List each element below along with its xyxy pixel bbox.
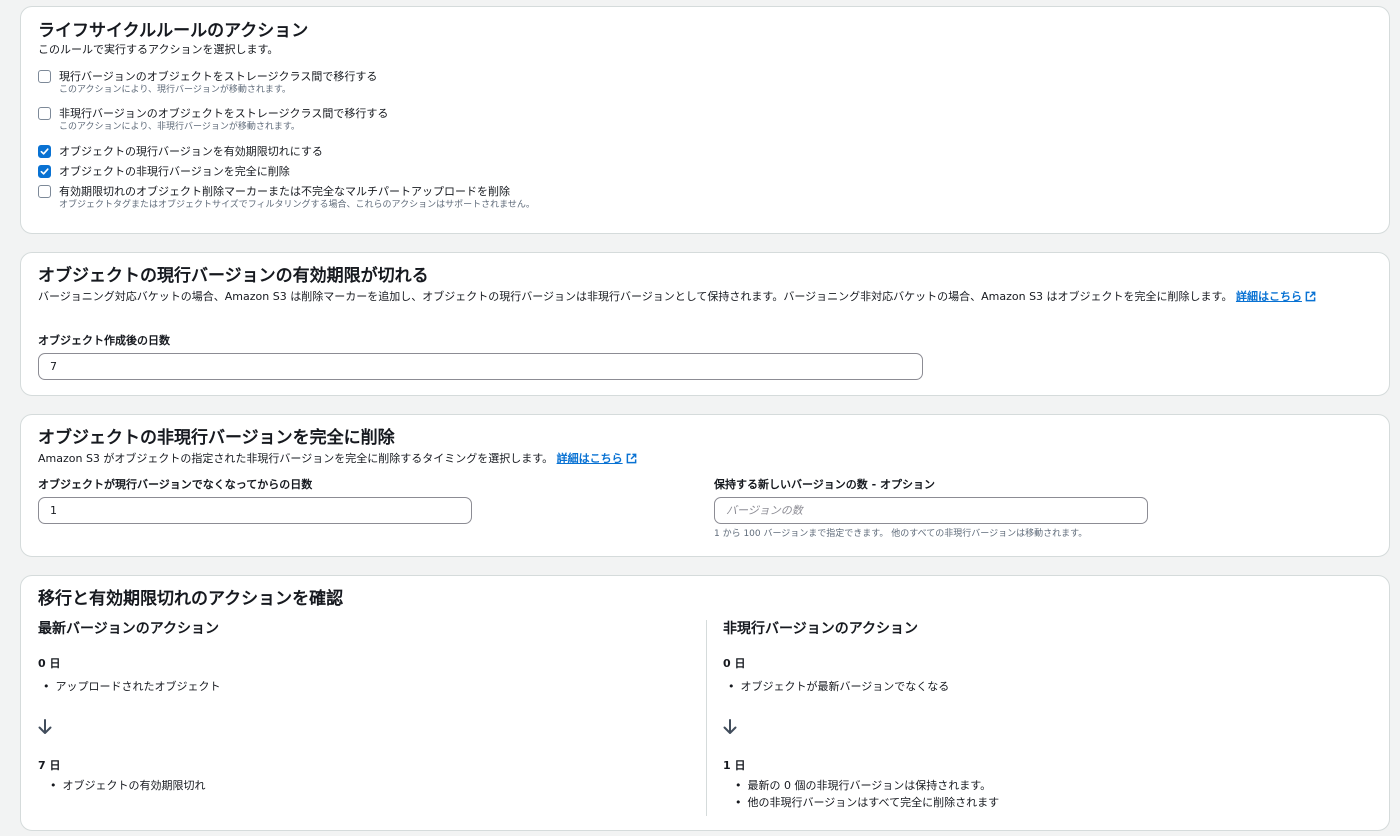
option-hint: このアクションにより、非現行バージョンが移動されます。: [59, 122, 300, 132]
list-item: オブジェクトの有効期限切れ: [50, 778, 206, 793]
current-step1-day: 0 日: [38, 657, 61, 670]
retain-versions-hint: 1 から 100 バージョンまで指定できます。 他のすべての非現行バージョンは移…: [714, 529, 1088, 539]
external-link-icon: [626, 453, 636, 464]
panel-title: ライフサイクルルールのアクション: [38, 21, 309, 41]
option-label: オブジェクトの現行バージョンを有効期限切れにする: [59, 145, 323, 158]
delete-noncurrent-panel: オブジェクトの非現行バージョンを完全に削除 Amazon S3 がオブジェクトの…: [20, 414, 1390, 557]
option-transition-noncurrent[interactable]: 非現行バージョンのオブジェクトをストレージクラス間で移行する このアクションによ…: [38, 106, 388, 134]
current-version-actions-title: 最新バージョンのアクション: [38, 621, 220, 637]
checkbox[interactable]: [38, 107, 51, 120]
current-step2-day: 7 日: [38, 759, 61, 772]
check-icon: [40, 168, 49, 175]
checkbox[interactable]: [38, 185, 51, 198]
panel-description: バージョニング対応バケットの場合、Amazon S3 は削除マーカーを追加し、オ…: [38, 289, 1368, 305]
noncurrent-version-actions-title: 非現行バージョンのアクション: [723, 621, 919, 637]
noncurrent-step1-day: 0 日: [723, 657, 746, 670]
noncurrent-days-input[interactable]: 1: [38, 497, 472, 524]
arrow-down-icon: [723, 719, 737, 734]
panel-title: オブジェクトの現行バージョンの有効期限が切れる: [38, 266, 429, 286]
option-delete-noncurrent[interactable]: オブジェクトの非現行バージョンを完全に削除: [38, 164, 290, 179]
option-hint: オブジェクトタグまたはオブジェクトサイズでフィルタリングする場合、これらのアクシ…: [59, 200, 535, 210]
list-item: 他の非現行バージョンはすべて完全に削除されます: [735, 795, 1000, 810]
learn-more-link[interactable]: 詳細はこちら: [557, 452, 637, 465]
retain-versions-input[interactable]: バージョンの数: [714, 497, 1148, 524]
option-label: 非現行バージョンのオブジェクトをストレージクラス間で移行する: [59, 107, 389, 120]
option-expire-current[interactable]: オブジェクトの現行バージョンを有効期限切れにする: [38, 144, 323, 159]
lifecycle-actions-panel: ライフサイクルルールのアクション このルールで実行するアクションを選択します。 …: [20, 6, 1390, 234]
panel-description: このルールで実行するアクションを選択します。: [38, 43, 279, 56]
option-delete-markers[interactable]: 有効期限切れのオブジェクト削除マーカーまたは不完全なマルチパートアップロードを削…: [38, 184, 535, 212]
description-text: Amazon S3 がオブジェクトの指定された非現行バージョンを完全に削除するタ…: [38, 452, 554, 465]
panel-title: 移行と有効期限切れのアクションを確認: [38, 589, 344, 609]
option-transition-current[interactable]: 現行バージョンのオブジェクトをストレージクラス間で移行する このアクションにより…: [38, 69, 377, 97]
option-label: オブジェクトの非現行バージョンを完全に削除: [59, 165, 290, 178]
check-icon: [40, 148, 49, 155]
option-hint: このアクションにより、現行バージョンが移動されます。: [59, 85, 291, 95]
external-link-icon: [1305, 291, 1316, 302]
days-after-creation-label: オブジェクト作成後の日数: [38, 334, 170, 347]
days-after-creation-input[interactable]: 7: [38, 353, 923, 380]
panel-title: オブジェクトの非現行バージョンを完全に削除: [38, 428, 395, 448]
description-text: バージョニング対応バケットの場合、Amazon S3 は削除マーカーを追加し、オ…: [38, 290, 1233, 303]
option-label: 有効期限切れのオブジェクト削除マーカーまたは不完全なマルチパートアップロードを削…: [59, 185, 510, 198]
column-divider: [706, 620, 707, 816]
learn-more-link[interactable]: 詳細はこちら: [1236, 290, 1316, 303]
list-item: オブジェクトが最新バージョンでなくなる: [728, 679, 950, 694]
list-item: アップロードされたオブジェクト: [43, 679, 221, 694]
panel-description: Amazon S3 がオブジェクトの指定された非現行バージョンを完全に削除するタ…: [38, 451, 637, 467]
list-item: 最新の 0 個の非現行バージョンは保持されます。: [735, 778, 992, 793]
checkbox[interactable]: [38, 70, 51, 83]
checkbox-checked[interactable]: [38, 145, 51, 158]
option-label: 現行バージョンのオブジェクトをストレージクラス間で移行する: [59, 70, 378, 83]
expire-current-panel: オブジェクトの現行バージョンの有効期限が切れる バージョニング対応バケットの場合…: [20, 252, 1390, 396]
noncurrent-step2-day: 1 日: [723, 759, 746, 772]
noncurrent-days-label: オブジェクトが現行バージョンでなくなってからの日数: [38, 478, 313, 491]
arrow-down-icon: [38, 719, 52, 734]
checkbox-checked[interactable]: [38, 165, 51, 178]
review-actions-panel: 移行と有効期限切れのアクションを確認 最新バージョンのアクション 0 日 アップ…: [20, 575, 1390, 831]
retain-versions-label: 保持する新しいバージョンの数 - オプション: [714, 478, 936, 491]
